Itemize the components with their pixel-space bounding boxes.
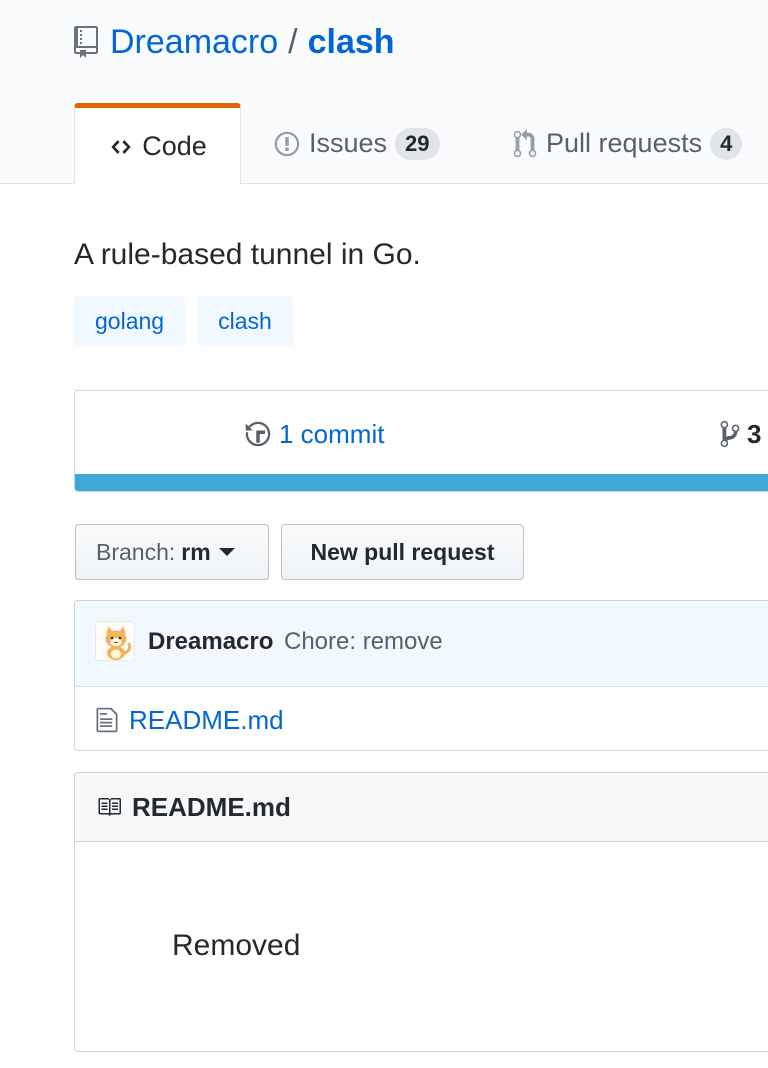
tab-issues[interactable]: Issues 29	[273, 103, 440, 184]
repo-title: Dreamacro / clash	[74, 20, 395, 64]
branch-select-button[interactable]: Branch: rm	[75, 524, 269, 580]
file-list: Dreamacro Chore: remove README.md	[74, 600, 768, 751]
tab-code-label: Code	[142, 131, 207, 161]
repo-description: A rule-based tunnel in Go.	[74, 238, 421, 271]
topic-tag[interactable]: golang	[74, 296, 186, 346]
file-text-icon	[95, 706, 119, 734]
branches-link[interactable]: 3	[719, 418, 761, 450]
readme-title: README.md	[132, 791, 291, 822]
repo-owner-link[interactable]: Dreamacro	[110, 23, 278, 62]
commit-author-link[interactable]: Dreamacro	[148, 628, 273, 656]
tab-issues-label: Issues	[309, 128, 388, 158]
git-branch-icon	[719, 419, 741, 449]
repo-separator: /	[288, 22, 298, 61]
git-pull-request-icon	[512, 128, 538, 159]
tab-pull-requests[interactable]: Pull requests 4	[512, 103, 743, 184]
readme-box: README.md Removed	[74, 772, 768, 1052]
repo-summary: 1 commit 3	[74, 390, 768, 492]
new-pull-request-button[interactable]: New pull request	[281, 524, 524, 580]
commits-link[interactable]: 1 commit	[243, 418, 384, 450]
commit-message-link[interactable]: Chore: remove	[284, 628, 443, 656]
avatar[interactable]	[95, 621, 135, 661]
tab-pull-requests-label: Pull requests	[546, 128, 703, 158]
branch-name: rm	[181, 538, 211, 565]
readme-content: Removed	[172, 929, 301, 962]
branches-count: 3	[747, 418, 762, 449]
code-icon	[108, 136, 134, 158]
pull-requests-count-badge: 4	[710, 127, 743, 160]
issues-count-badge: 29	[395, 127, 440, 160]
repo-icon	[74, 26, 98, 58]
topic-tag[interactable]: clash	[197, 296, 293, 346]
file-name-link[interactable]: README.md	[129, 705, 284, 736]
language-bar[interactable]	[75, 474, 768, 491]
issue-opened-icon	[273, 130, 301, 158]
commits-count-label: 1 commit	[279, 418, 385, 449]
tab-code[interactable]: Code	[74, 103, 241, 185]
repo-header: Dreamacro / clash Code Issues 29 Pull re…	[0, 0, 768, 185]
repo-name-link[interactable]: clash	[308, 23, 395, 62]
topic-list: golang clash	[74, 296, 293, 346]
readme-header: README.md	[75, 773, 768, 842]
caret-down-icon	[218, 548, 235, 556]
history-icon	[243, 420, 273, 448]
branch-prefix-label: Branch:	[96, 538, 176, 565]
book-icon	[94, 795, 124, 819]
latest-commit-bar: Dreamacro Chore: remove	[75, 601, 768, 687]
repo-nav-tabs: Code Issues 29 Pull requests 4	[74, 103, 768, 185]
file-row[interactable]: README.md	[75, 688, 768, 750]
